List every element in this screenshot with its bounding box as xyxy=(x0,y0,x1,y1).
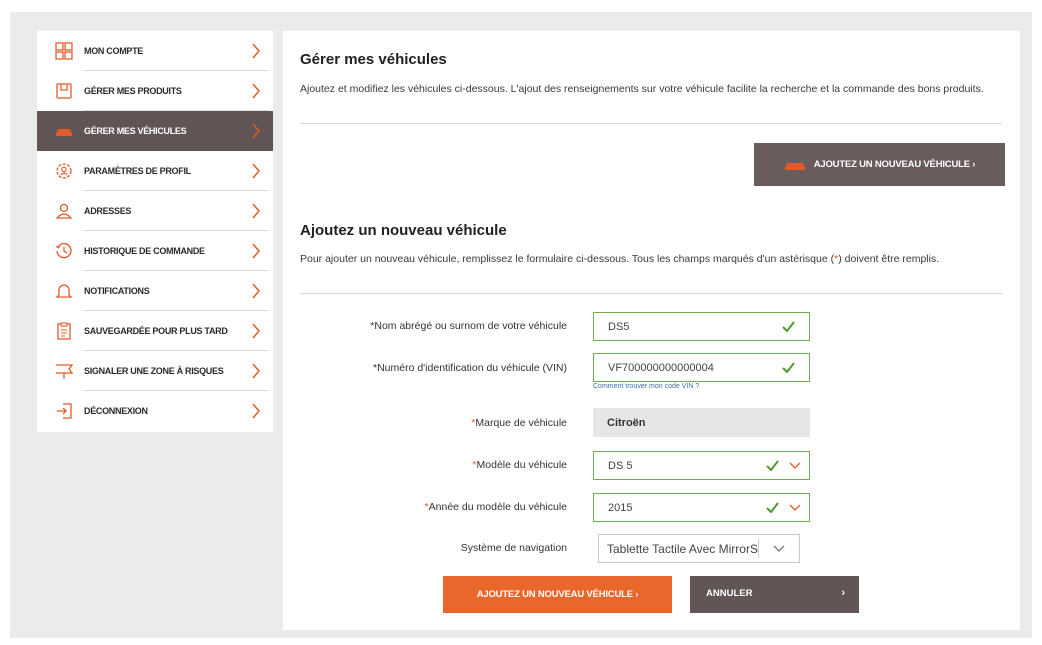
chevron-right-icon xyxy=(252,83,260,99)
chevron-right-icon xyxy=(252,43,260,59)
form-intro-text-end: ) doivent être remplis. xyxy=(838,253,940,265)
year-label-text: Année du modèle du véhicule xyxy=(428,501,567,513)
vehicles-panel: Gérer mes véhicules Ajoutez et modifiez … xyxy=(283,31,1020,630)
page-title: Gérer mes véhicules xyxy=(300,51,447,68)
nickname-value: DS5 xyxy=(608,320,630,333)
address-person-icon xyxy=(53,200,75,222)
form-intro-text: Pour ajouter un nouveau véhicule, rempli… xyxy=(300,253,835,265)
grid-icon xyxy=(53,40,75,62)
sidebar-item-gerer-produits[interactable]: GÉRER MES PRODUITS xyxy=(37,71,273,111)
sidebar-item-gerer-vehicules[interactable]: GÉRER MES VÉHICULES xyxy=(37,111,273,151)
year-label: *Année du modèle du véhicule xyxy=(425,501,567,513)
sidebar-item-parametres-profil[interactable]: PARAMÈTRES DE PROFIL xyxy=(37,151,273,191)
vin-field[interactable]: VF700000000000004 xyxy=(593,353,810,382)
sidebar-item-label: ADRESSES xyxy=(84,206,132,216)
sidebar-item-label: MON COMPTE xyxy=(84,46,143,56)
add-vehicle-top-button[interactable]: AJOUTEZ UN NOUVEAU VÉHICULE › xyxy=(754,143,1005,186)
nickname-label: *Nom abrégé ou surnom de votre véhicule xyxy=(370,320,567,332)
sidebar-item-label: NOTIFICATIONS xyxy=(84,286,150,296)
check-icon xyxy=(766,502,779,513)
sidebar-item-label: GÉRER MES PRODUITS xyxy=(84,86,182,96)
divider xyxy=(300,123,1002,124)
check-icon xyxy=(766,460,779,471)
model-select[interactable]: DS 5 xyxy=(593,451,810,480)
chevron-right-icon xyxy=(252,123,260,139)
make-field: Citroën xyxy=(593,408,810,437)
vin-label: *Numéro d'identification du véhicule (VI… xyxy=(372,362,567,374)
make-label-text: Marque de véhicule xyxy=(475,417,567,429)
car-icon xyxy=(53,120,75,142)
sidebar-item-label: SAUVEGARDÉE POUR PLUS TARD xyxy=(84,326,228,336)
add-vehicle-button[interactable]: AJOUTEZ UN NOUVEAU VÉHICULE › xyxy=(443,576,672,613)
sidebar-item-label: SIGNALER UNE ZONE À RISQUES xyxy=(84,366,224,376)
make-value: Citroën xyxy=(607,416,646,429)
nav-value: Tablette Tactile Avec MirrorS xyxy=(607,541,758,556)
chevron-right-icon xyxy=(252,283,260,299)
make-label: *Marque de véhicule xyxy=(471,417,567,429)
sidebar-item-notifications[interactable]: NOTIFICATIONS xyxy=(37,271,273,311)
sidebar-item-signaler-zone[interactable]: SIGNALER UNE ZONE À RISQUES xyxy=(37,351,273,391)
history-clock-icon xyxy=(53,240,75,262)
chevron-right-icon xyxy=(252,403,260,419)
chevron-down-icon xyxy=(789,504,801,511)
vin-value: VF700000000000004 xyxy=(608,361,714,374)
account-sidebar: MON COMPTE GÉRER MES PRODUITS GÉRER MES … xyxy=(37,31,273,432)
page-intro: Ajoutez et modifiez les véhicules ci-des… xyxy=(300,83,984,95)
chevron-right-icon: › xyxy=(841,587,845,599)
sidebar-item-sauvegardee[interactable]: SAUVEGARDÉE POUR PLUS TARD xyxy=(37,311,273,351)
sidebar-item-mon-compte[interactable]: MON COMPTE xyxy=(37,31,273,71)
check-icon xyxy=(782,321,795,332)
chevron-right-icon xyxy=(252,203,260,219)
clipboard-icon xyxy=(53,320,75,342)
model-value: DS 5 xyxy=(608,459,633,472)
nickname-field[interactable]: DS5 xyxy=(593,312,810,341)
add-vehicle-top-label: AJOUTEZ UN NOUVEAU VÉHICULE › xyxy=(813,159,976,170)
chevron-right-icon xyxy=(252,163,260,179)
form-title: Ajoutez un nouveau véhicule xyxy=(300,222,507,239)
sidebar-item-historique-commande[interactable]: HISTORIQUE DE COMMANDE xyxy=(37,231,273,271)
select-separator xyxy=(758,539,759,558)
sidebar-item-label: GÉRER MES VÉHICULES xyxy=(84,126,187,136)
car-icon xyxy=(784,162,805,170)
cancel-label: ANNULER xyxy=(706,588,753,599)
sidebar-item-label: PARAMÈTRES DE PROFIL xyxy=(84,166,191,176)
year-value: 2015 xyxy=(608,501,633,514)
year-select[interactable]: 2015 xyxy=(593,493,810,522)
nav-system-select[interactable]: Tablette Tactile Avec MirrorS xyxy=(598,534,800,563)
bell-icon xyxy=(53,280,75,302)
sidebar-item-deconnexion[interactable]: DÉCONNEXION xyxy=(37,391,273,431)
divider xyxy=(300,293,1002,294)
cancel-button[interactable]: ANNULER › xyxy=(690,576,859,613)
product-box-icon xyxy=(53,80,75,102)
chevron-right-icon xyxy=(252,243,260,259)
model-label-text: Modèle du véhicule xyxy=(476,459,567,471)
sidebar-item-adresses[interactable]: ADRESSES xyxy=(37,191,273,231)
chevron-down-icon xyxy=(773,545,785,552)
nav-label: Système de navigation xyxy=(460,542,567,554)
chevron-right-icon xyxy=(252,323,260,339)
sidebar-item-label: DÉCONNEXION xyxy=(84,406,148,416)
chevron-right-icon xyxy=(252,363,260,379)
sidebar-item-label: HISTORIQUE DE COMMANDE xyxy=(84,246,205,256)
form-intro: Pour ajouter un nouveau véhicule, rempli… xyxy=(300,252,1006,267)
chevron-down-icon xyxy=(789,462,801,469)
check-icon xyxy=(782,362,795,373)
model-label: *Modèle du véhicule xyxy=(472,459,567,471)
logout-icon xyxy=(53,400,75,422)
warning-sign-icon xyxy=(53,360,75,382)
settings-gear-icon xyxy=(53,160,75,182)
vin-help-link[interactable]: Comment trouver mon code VIN ? xyxy=(593,383,699,390)
